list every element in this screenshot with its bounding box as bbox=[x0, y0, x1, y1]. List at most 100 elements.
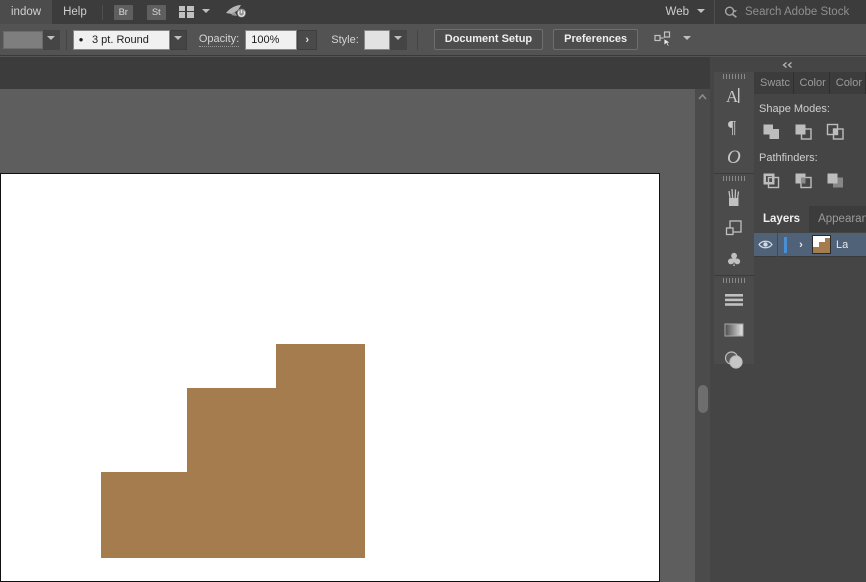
shape-modes-row bbox=[759, 122, 866, 142]
rail-grip[interactable] bbox=[714, 276, 754, 285]
table-row[interactable]: › La bbox=[754, 233, 866, 257]
opacity-flyout-button[interactable]: › bbox=[297, 30, 317, 50]
menubar-right-group: Web Search Adobe Stock bbox=[658, 0, 866, 24]
eye-icon[interactable] bbox=[754, 239, 777, 250]
svg-text:¶: ¶ bbox=[728, 117, 736, 137]
snap-to-point-control[interactable] bbox=[654, 31, 692, 48]
opacity-label: Opacity: bbox=[199, 33, 239, 47]
scroll-up-button[interactable] bbox=[695, 89, 710, 105]
paragraph-panel-icon[interactable]: ¶ bbox=[714, 111, 754, 141]
chevron-right-icon[interactable]: › bbox=[794, 239, 808, 251]
style-swatch[interactable] bbox=[364, 30, 390, 50]
chevron-down-icon bbox=[683, 35, 692, 44]
canvas-area[interactable] bbox=[0, 89, 695, 582]
layers-tab-row: Layers Appearance bbox=[754, 206, 866, 232]
align-panel-icon[interactable] bbox=[714, 285, 754, 315]
layer-name[interactable]: La bbox=[836, 239, 848, 251]
rail-grip[interactable] bbox=[714, 174, 754, 183]
symbols-panel-icon[interactable] bbox=[714, 213, 754, 243]
chevron-down-icon bbox=[394, 35, 403, 44]
layers-panel: Layers Appearance › La bbox=[754, 206, 866, 582]
brushes-panel-icon[interactable] bbox=[714, 183, 754, 213]
svg-text:A: A bbox=[726, 87, 739, 106]
pathfinder-tab-row: Swatc Color Color bbox=[754, 72, 866, 94]
brush-definition-dropdown[interactable] bbox=[170, 30, 187, 50]
workspace-label: Web bbox=[666, 6, 689, 18]
chevron-down-icon bbox=[174, 35, 183, 44]
row-divider bbox=[777, 233, 778, 257]
layer-thumbnail bbox=[812, 235, 831, 254]
swatches-panel-icon[interactable]: ♣ bbox=[714, 243, 754, 273]
scrollbar-thumb[interactable] bbox=[698, 385, 708, 413]
svg-text:♣: ♣ bbox=[726, 250, 742, 269]
staircase-step-1[interactable] bbox=[101, 472, 188, 558]
rail-group-appearance bbox=[714, 276, 754, 377]
style-dropdown[interactable] bbox=[390, 30, 407, 50]
chevron-down-icon bbox=[47, 35, 56, 44]
style-label: Style: bbox=[331, 34, 359, 46]
stroke-color-dropdown[interactable] bbox=[43, 30, 60, 50]
rail-group-type: A ¶ O bbox=[714, 72, 754, 174]
intersect-button[interactable] bbox=[825, 122, 845, 142]
shape-modes-label: Shape Modes: bbox=[759, 103, 866, 115]
rocket-icon[interactable] bbox=[225, 4, 247, 20]
stroke-color-control[interactable] bbox=[3, 30, 60, 50]
stroke-color-swatch[interactable] bbox=[3, 31, 43, 49]
search-adobe-stock[interactable]: Search Adobe Stock bbox=[714, 0, 866, 24]
canvas-vertical-scrollbar[interactable] bbox=[695, 89, 710, 582]
arrange-documents-button[interactable] bbox=[179, 6, 211, 18]
layer-selection-indicator bbox=[784, 237, 787, 253]
rail-group-assets: ♣ bbox=[714, 174, 754, 276]
pathfinders-label: Pathfinders: bbox=[759, 152, 866, 164]
menu-bar: indow Help Br St Web bbox=[0, 0, 866, 24]
tab-appearance[interactable]: Appearance bbox=[809, 206, 866, 232]
character-panel-icon[interactable]: A bbox=[714, 81, 754, 111]
chevron-down-icon bbox=[697, 8, 706, 17]
opacity-input[interactable]: 100% bbox=[245, 30, 297, 50]
pathfinder-body: Shape Modes: bbox=[754, 94, 866, 191]
svg-text:O: O bbox=[727, 147, 741, 167]
options-bar: • 3 pt. Round Opacity: 100% › Style: Doc… bbox=[0, 24, 866, 56]
tab-color[interactable]: Color bbox=[794, 72, 830, 94]
menu-divider bbox=[102, 5, 103, 20]
pathfinders-row bbox=[759, 171, 866, 191]
staircase-step-2[interactable] bbox=[187, 388, 277, 558]
trim-button[interactable] bbox=[793, 171, 813, 191]
arrange-documents-icon bbox=[179, 6, 194, 18]
chevron-down-icon bbox=[202, 8, 211, 17]
preferences-button[interactable]: Preferences bbox=[553, 29, 638, 50]
menu-window[interactable]: indow bbox=[0, 0, 52, 24]
unite-button[interactable] bbox=[761, 122, 781, 142]
bridge-badge-icon[interactable]: Br bbox=[114, 5, 133, 20]
dock-collapse-button[interactable] bbox=[710, 57, 866, 72]
stock-badge-icon[interactable]: St bbox=[147, 5, 166, 20]
panel-icon-rail: A ¶ O bbox=[714, 72, 754, 364]
search-icon bbox=[724, 6, 738, 19]
illustrator-window: indow Help Br St Web bbox=[0, 0, 866, 582]
snap-to-point-icon bbox=[654, 31, 675, 48]
brush-dot-icon: • bbox=[74, 33, 88, 46]
layers-empty-area[interactable] bbox=[754, 257, 866, 582]
opentype-panel-icon[interactable]: O bbox=[714, 141, 754, 171]
minus-front-button[interactable] bbox=[793, 122, 813, 142]
brush-definition-label: 3 pt. Round bbox=[88, 34, 169, 46]
chevron-up-icon bbox=[698, 94, 707, 100]
document-tab-strip bbox=[0, 57, 710, 89]
tab-swatches[interactable]: Swatc bbox=[754, 72, 794, 94]
tab-color-guide[interactable]: Color bbox=[830, 72, 866, 94]
double-chevron-collapse-icon bbox=[781, 61, 795, 69]
rail-grip[interactable] bbox=[714, 72, 754, 81]
document-setup-button[interactable]: Document Setup bbox=[434, 29, 543, 50]
gradient-panel-icon[interactable] bbox=[714, 315, 754, 345]
merge-button[interactable] bbox=[825, 171, 845, 191]
brush-definition-combo[interactable]: • 3 pt. Round bbox=[73, 30, 170, 50]
search-placeholder: Search Adobe Stock bbox=[745, 6, 849, 18]
tab-layers[interactable]: Layers bbox=[754, 206, 809, 232]
workspace-switcher[interactable]: Web bbox=[658, 6, 714, 18]
menu-help[interactable]: Help bbox=[52, 0, 98, 24]
options-divider-2 bbox=[417, 30, 418, 50]
transparency-panel-icon[interactable] bbox=[714, 345, 754, 375]
artboard[interactable] bbox=[0, 173, 660, 582]
staircase-step-3[interactable] bbox=[276, 344, 365, 558]
divide-button[interactable] bbox=[761, 171, 781, 191]
